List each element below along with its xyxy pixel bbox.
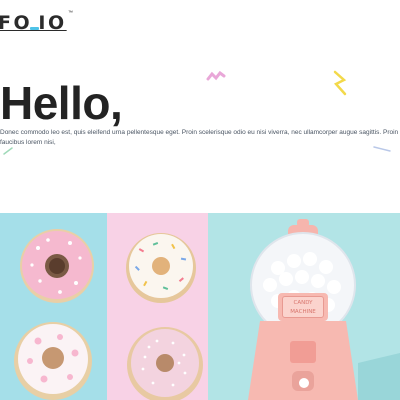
gumball-machine-image <box>248 219 400 400</box>
photo-donuts-blue[interactable] <box>0 213 107 400</box>
nonpareil-donut-image <box>127 327 203 400</box>
confetti-yellow-zigzag <box>333 70 347 96</box>
white-donut-image <box>14 322 92 400</box>
logo-accent-mark <box>30 27 39 30</box>
confetti-pink-squiggle <box>206 70 226 81</box>
trademark-symbol: ™ <box>68 10 73 16</box>
site-header: FO IO ™ <box>0 10 400 36</box>
candy-machine-sign: CANDY MACHINE <box>282 296 324 318</box>
photo-candy-machine[interactable]: CANDY MACHINE <box>208 213 400 400</box>
photo-gallery: CANDY MACHINE <box>0 213 400 400</box>
hero-title: Hello, <box>0 77 123 129</box>
sign-line-machine: MACHINE <box>290 309 316 315</box>
hero-section: Hello, Donec commodo leo est, quis eleif… <box>0 60 400 210</box>
confetti-green-dash <box>3 147 13 155</box>
sprinkle-donut-image <box>126 233 196 303</box>
pink-donut-image <box>20 229 94 303</box>
confetti-blue-dash <box>373 146 391 152</box>
sign-line-candy: CANDY <box>293 300 313 306</box>
brand-logo[interactable]: FO IO <box>0 12 67 34</box>
photo-donuts-pink[interactable] <box>107 213 208 400</box>
hero-text: Donec commodo leo est, quis eleifend urn… <box>0 129 399 146</box>
